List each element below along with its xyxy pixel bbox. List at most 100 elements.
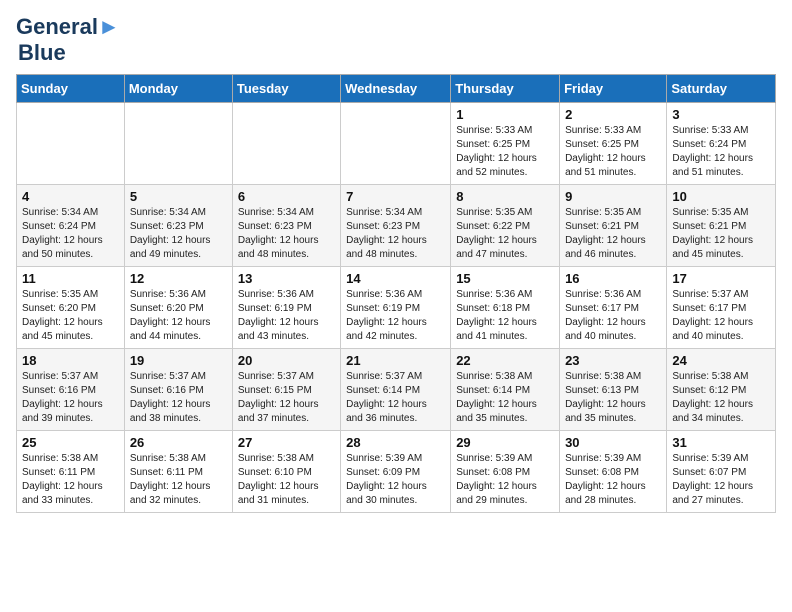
day-info: Sunrise: 5:35 AM Sunset: 6:20 PM Dayligh… [22,288,119,344]
day-cell: 24 Sunrise: 5:38 AM Sunset: 6:12 PM Dayli… [667,349,776,431]
day-info: Sunrise: 5:37 AM Sunset: 6:14 PM Dayligh… [346,370,445,426]
col-header-wednesday: Wednesday [341,75,451,103]
day-cell: 4 Sunrise: 5:34 AM Sunset: 6:24 PM Daylig… [17,185,125,267]
day-number: 5 [130,189,227,204]
day-number: 11 [22,271,119,286]
day-number: 10 [672,189,770,204]
day-cell [124,103,232,185]
day-number: 25 [22,435,119,450]
day-info: Sunrise: 5:33 AM Sunset: 6:24 PM Dayligh… [672,124,770,180]
week-row-4: 18 Sunrise: 5:37 AM Sunset: 6:16 PM Dayli… [17,349,776,431]
col-header-saturday: Saturday [667,75,776,103]
day-info: Sunrise: 5:37 AM Sunset: 6:16 PM Dayligh… [130,370,227,426]
day-cell: 30 Sunrise: 5:39 AM Sunset: 6:08 PM Dayli… [560,431,667,513]
day-cell: 3 Sunrise: 5:33 AM Sunset: 6:24 PM Daylig… [667,103,776,185]
day-info: Sunrise: 5:36 AM Sunset: 6:20 PM Dayligh… [130,288,227,344]
day-number: 24 [672,353,770,368]
week-row-2: 4 Sunrise: 5:34 AM Sunset: 6:24 PM Daylig… [17,185,776,267]
day-cell: 21 Sunrise: 5:37 AM Sunset: 6:14 PM Dayli… [341,349,451,431]
day-number: 30 [565,435,661,450]
day-info: Sunrise: 5:38 AM Sunset: 6:10 PM Dayligh… [238,452,335,508]
day-cell: 22 Sunrise: 5:38 AM Sunset: 6:14 PM Dayli… [451,349,560,431]
day-info: Sunrise: 5:37 AM Sunset: 6:16 PM Dayligh… [22,370,119,426]
day-cell: 15 Sunrise: 5:36 AM Sunset: 6:18 PM Dayli… [451,267,560,349]
day-number: 17 [672,271,770,286]
day-cell: 29 Sunrise: 5:39 AM Sunset: 6:08 PM Dayli… [451,431,560,513]
col-header-friday: Friday [560,75,667,103]
day-number: 12 [130,271,227,286]
day-info: Sunrise: 5:39 AM Sunset: 6:07 PM Dayligh… [672,452,770,508]
day-info: Sunrise: 5:38 AM Sunset: 6:13 PM Dayligh… [565,370,661,426]
day-number: 20 [238,353,335,368]
day-info: Sunrise: 5:37 AM Sunset: 6:15 PM Dayligh… [238,370,335,426]
day-info: Sunrise: 5:33 AM Sunset: 6:25 PM Dayligh… [565,124,661,180]
day-number: 28 [346,435,445,450]
day-cell: 17 Sunrise: 5:37 AM Sunset: 6:17 PM Dayli… [667,267,776,349]
day-cell: 7Sunrise: 5:34 AM Sunset: 6:23 PM Daylig… [341,185,451,267]
logo: General► Blue [16,16,120,66]
day-info: Sunrise: 5:35 AM Sunset: 6:21 PM Dayligh… [565,206,661,262]
day-cell: 12 Sunrise: 5:36 AM Sunset: 6:20 PM Dayli… [124,267,232,349]
day-info: Sunrise: 5:39 AM Sunset: 6:09 PM Dayligh… [346,452,445,508]
week-row-5: 25 Sunrise: 5:38 AM Sunset: 6:11 PM Dayli… [17,431,776,513]
day-number: 16 [565,271,661,286]
day-number: 29 [456,435,554,450]
col-header-monday: Monday [124,75,232,103]
day-number: 21 [346,353,445,368]
day-cell: 27 Sunrise: 5:38 AM Sunset: 6:10 PM Dayli… [232,431,340,513]
day-cell: 16 Sunrise: 5:36 AM Sunset: 6:17 PM Dayli… [560,267,667,349]
day-number: 31 [672,435,770,450]
day-cell: 18 Sunrise: 5:37 AM Sunset: 6:16 PM Dayli… [17,349,125,431]
day-cell: 14 Sunrise: 5:36 AM Sunset: 6:19 PM Dayli… [341,267,451,349]
day-info: Sunrise: 5:34 AM Sunset: 6:23 PM Dayligh… [238,206,335,262]
page-header: General► Blue [16,16,776,66]
day-number: 15 [456,271,554,286]
day-info: Sunrise: 5:38 AM Sunset: 6:12 PM Dayligh… [672,370,770,426]
day-cell: 26Sunrise: 5:38 AM Sunset: 6:11 PM Dayli… [124,431,232,513]
day-info: Sunrise: 5:36 AM Sunset: 6:17 PM Dayligh… [565,288,661,344]
day-cell: 13Sunrise: 5:36 AM Sunset: 6:19 PM Dayli… [232,267,340,349]
day-info: Sunrise: 5:38 AM Sunset: 6:11 PM Dayligh… [130,452,227,508]
day-number: 3 [672,107,770,122]
col-header-tuesday: Tuesday [232,75,340,103]
col-header-sunday: Sunday [17,75,125,103]
day-number: 14 [346,271,445,286]
logo-text: General► [16,16,120,38]
day-number: 18 [22,353,119,368]
day-cell: 20 Sunrise: 5:37 AM Sunset: 6:15 PM Dayli… [232,349,340,431]
day-cell: 11 Sunrise: 5:35 AM Sunset: 6:20 PM Dayli… [17,267,125,349]
day-number: 27 [238,435,335,450]
week-row-1: 1 Sunrise: 5:33 AM Sunset: 6:25 PM Daylig… [17,103,776,185]
day-info: Sunrise: 5:35 AM Sunset: 6:21 PM Dayligh… [672,206,770,262]
day-cell: 1 Sunrise: 5:33 AM Sunset: 6:25 PM Daylig… [451,103,560,185]
day-cell: 31 Sunrise: 5:39 AM Sunset: 6:07 PM Dayli… [667,431,776,513]
day-info: Sunrise: 5:36 AM Sunset: 6:19 PM Dayligh… [346,288,445,344]
day-cell: 10 Sunrise: 5:35 AM Sunset: 6:21 PM Dayli… [667,185,776,267]
day-cell: 8Sunrise: 5:35 AM Sunset: 6:22 PM Daylig… [451,185,560,267]
day-cell [17,103,125,185]
day-info: Sunrise: 5:36 AM Sunset: 6:18 PM Dayligh… [456,288,554,344]
col-header-thursday: Thursday [451,75,560,103]
day-info: Sunrise: 5:39 AM Sunset: 6:08 PM Dayligh… [565,452,661,508]
day-cell: 19 Sunrise: 5:37 AM Sunset: 6:16 PM Dayli… [124,349,232,431]
day-info: Sunrise: 5:38 AM Sunset: 6:14 PM Dayligh… [456,370,554,426]
calendar-table: SundayMondayTuesdayWednesdayThursdayFrid… [16,74,776,513]
day-number: 6 [238,189,335,204]
day-info: Sunrise: 5:34 AM Sunset: 6:24 PM Dayligh… [22,206,119,262]
day-info: Sunrise: 5:38 AM Sunset: 6:11 PM Dayligh… [22,452,119,508]
day-info: Sunrise: 5:33 AM Sunset: 6:25 PM Dayligh… [456,124,554,180]
day-number: 19 [130,353,227,368]
week-row-3: 11 Sunrise: 5:35 AM Sunset: 6:20 PM Dayli… [17,267,776,349]
day-number: 13 [238,271,335,286]
day-cell: 28 Sunrise: 5:39 AM Sunset: 6:09 PM Dayli… [341,431,451,513]
day-number: 8 [456,189,554,204]
day-number: 2 [565,107,661,122]
day-info: Sunrise: 5:34 AM Sunset: 6:23 PM Dayligh… [130,206,227,262]
day-number: 22 [456,353,554,368]
day-info: Sunrise: 5:37 AM Sunset: 6:17 PM Dayligh… [672,288,770,344]
day-number: 4 [22,189,119,204]
day-cell: 2 Sunrise: 5:33 AM Sunset: 6:25 PM Daylig… [560,103,667,185]
day-cell [232,103,340,185]
day-number: 1 [456,107,554,122]
day-info: Sunrise: 5:39 AM Sunset: 6:08 PM Dayligh… [456,452,554,508]
